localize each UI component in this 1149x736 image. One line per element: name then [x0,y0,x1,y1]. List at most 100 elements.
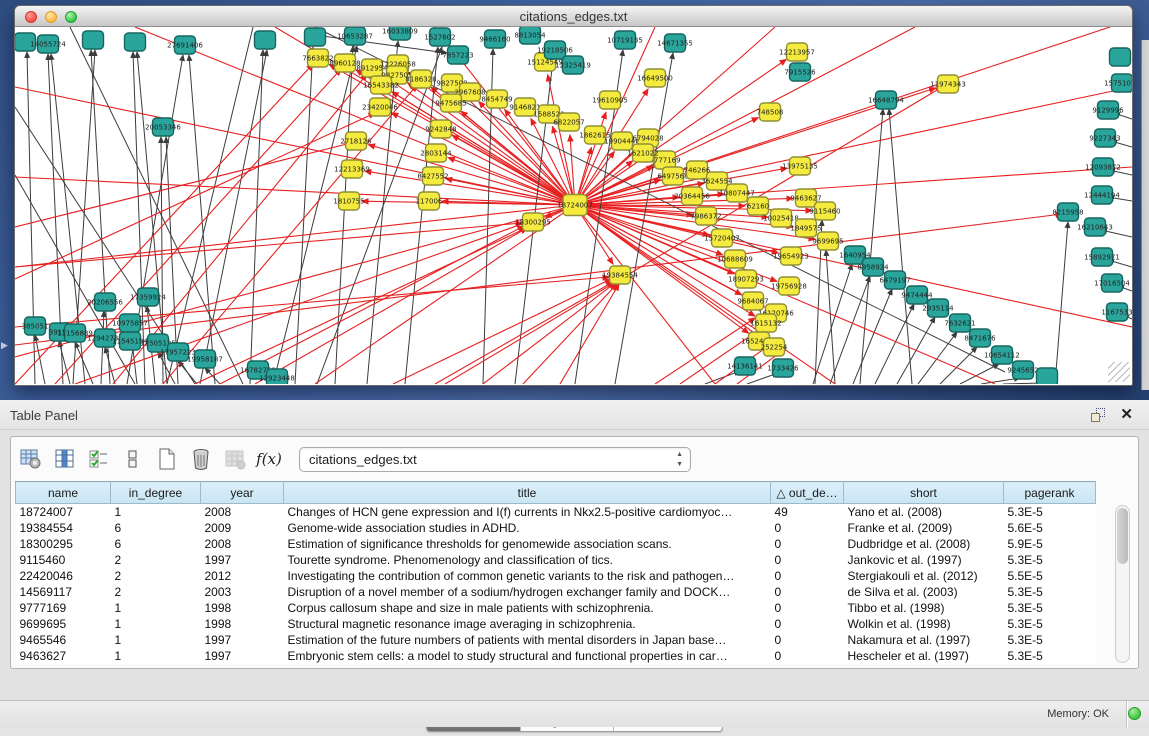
table-cell[interactable]: 5.5E-5 [1004,568,1096,584]
table-cell[interactable]: 1997 [201,552,284,568]
network-node[interactable]: 15892971 [1084,248,1120,266]
table-cell[interactable]: 0 [771,600,844,616]
table-cell[interactable]: Stergiakouli et al. (2012) [844,568,1004,584]
table-cell[interactable]: Estimation of significance thresholds fo… [284,536,771,552]
column-header[interactable]: name [16,482,111,504]
table-row[interactable]: 1872400712008Changes of HCN gene express… [16,504,1096,520]
table-cell[interactable]: 5.3E-5 [1004,632,1096,648]
table-cell[interactable]: de Silva et al. (2003) [844,584,1004,600]
network-node[interactable]: 9475685 [435,94,466,112]
network-node[interactable]: 9242848 [425,120,456,138]
network-canvas[interactable]: 7663822896012889129541222605898275051654… [15,27,1132,384]
table-cell[interactable]: 0 [771,568,844,584]
table-cell[interactable]: Nakamura et al. (1997) [844,632,1004,648]
float-window-icon[interactable] [1091,408,1105,422]
network-node[interactable]: 10719135 [607,31,643,49]
network-node[interactable]: 1849575 [790,219,821,237]
table-cell[interactable]: Dudbridge et al. (2008) [844,536,1004,552]
network-node[interactable]: 7915526 [784,63,816,81]
table-cell[interactable]: 5.3E-5 [1004,600,1096,616]
table-cell[interactable]: Estimation of the future numbers of pati… [284,632,771,648]
network-node[interactable]: 6822057 [553,113,584,131]
network-node[interactable]: 8186328 [405,70,436,88]
network-node[interactable] [255,31,276,49]
table-cell[interactable]: 0 [771,536,844,552]
network-node[interactable]: 19756928 [771,277,807,295]
network-node[interactable]: 8427552 [417,167,448,185]
network-node[interactable]: 15751074 [1104,74,1132,92]
table-cell[interactable]: 2003 [201,584,284,600]
network-node[interactable]: 1167533 [1101,303,1132,321]
table-row[interactable]: 946362711997Embryonic stem cells: a mode… [16,648,1096,664]
network-node[interactable]: 14136141 [727,357,763,375]
network-node[interactable]: 9129996 [1092,101,1124,119]
network-node[interactable]: 9115460 [809,202,840,220]
table-cell[interactable]: Disruption of a novel member of a sodium… [284,584,771,600]
table-cell[interactable]: 19384554 [16,520,111,536]
network-node[interactable]: 6479197 [879,271,910,289]
network-node[interactable]: 1810755 [333,192,364,210]
panel-collapse-arrow-icon[interactable]: ▶ [1,340,8,351]
network-node[interactable] [1037,368,1058,384]
table-cell[interactable]: 18300295 [16,536,111,552]
network-node[interactable]: 2718126 [340,132,372,150]
table-cell[interactable]: 9465546 [16,632,111,648]
table-row[interactable]: 969969511998Structural magnetic resonanc… [16,616,1096,632]
table-cell[interactable]: 1 [111,600,201,616]
network-node[interactable]: 12213369 [334,160,370,178]
network-node[interactable]: 9227343 [1089,129,1120,147]
table-cell[interactable]: 1997 [201,632,284,648]
network-node[interactable]: 385051 [22,317,49,335]
network-node[interactable]: 1621022 [627,144,658,162]
table-cell[interactable]: Structural magnetic resonance image aver… [284,616,771,632]
table-cell[interactable]: 1 [111,504,201,520]
table-row[interactable]: 1938455462009Genome-wide association stu… [16,520,1096,536]
table-cell[interactable]: 5.3E-5 [1004,616,1096,632]
delete-columns-button[interactable] [187,445,215,473]
table-cell[interactable]: 9115460 [16,552,111,568]
network-node[interactable]: 10688609 [717,250,753,268]
table-cell[interactable]: Corpus callosum shape and size in male p… [284,600,771,616]
table-cell[interactable]: Franke et al. (2009) [844,520,1004,536]
network-node[interactable]: 16210643 [1077,218,1113,236]
resize-grip[interactable] [1108,362,1130,382]
table-cell[interactable]: 9699695 [16,616,111,632]
table-cell[interactable]: Changes of HCN gene expression and I(f) … [284,504,771,520]
table-cell[interactable]: 5.3E-5 [1004,552,1096,568]
column-header[interactable]: title [284,482,771,504]
table-row[interactable]: 2242004622012Investigating the contribut… [16,568,1096,584]
show-columns-button[interactable] [51,445,79,473]
function-builder-button[interactable]: f(x) [255,445,283,473]
table-cell[interactable]: 2008 [201,504,284,520]
table-cell[interactable]: 9463627 [16,648,111,664]
table-cell[interactable]: 14569117 [16,584,111,600]
network-node[interactable]: 12444194 [1084,186,1120,204]
network-node[interactable] [83,31,104,49]
table-cell[interactable]: 22420046 [16,568,111,584]
network-node[interactable]: 17359924 [130,288,166,306]
table-cell[interactable]: Hescheler et al. (1997) [844,648,1004,664]
network-node[interactable]: 8471676 [964,329,996,347]
table-cell[interactable]: Tourette syndrome. Phenomenology and cla… [284,552,771,568]
table-row[interactable]: 911546021997Tourette syndrome. Phenomeno… [16,552,1096,568]
table-cell[interactable]: 1998 [201,616,284,632]
table-cell[interactable]: Investigating the contribution of common… [284,568,771,584]
network-node[interactable]: 8813054 [514,27,546,44]
table-cell[interactable]: 1997 [201,648,284,664]
network-node[interactable]: 14671355 [657,34,693,52]
network-node[interactable]: 2935114 [922,299,954,317]
table-row[interactable]: 1830029562008Estimation of significance … [16,536,1096,552]
network-node[interactable]: 17016504 [1094,274,1130,292]
network-node[interactable]: 117006 [416,192,443,210]
network-node[interactable]: 19610905 [592,91,628,109]
table-cell[interactable]: Embryonic stem cells: a model to study s… [284,648,771,664]
selection-mode-button[interactable] [85,445,113,473]
table-cell[interactable]: Genome-wide association studies in ADHD. [284,520,771,536]
table-cell[interactable]: Yano et al. (2008) [844,504,1004,520]
table-cell[interactable]: 5.3E-5 [1004,648,1096,664]
column-header[interactable]: pagerank [1004,482,1096,504]
table-cell[interactable]: 18724007 [16,504,111,520]
network-node[interactable] [1110,48,1131,66]
row-height-button[interactable] [119,445,147,473]
close-panel-icon[interactable]: ✕ [1120,405,1133,423]
